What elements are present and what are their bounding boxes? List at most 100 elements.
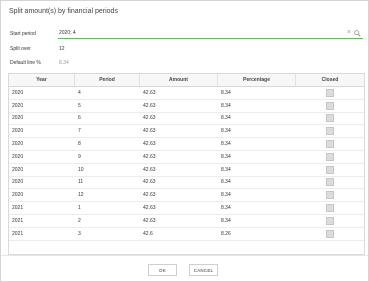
cell-amount: 42.63 — [143, 179, 156, 186]
dialog-title: Split amount(s) by financial periods — [9, 8, 118, 15]
header-period[interactable]: Period — [75, 74, 140, 86]
split-over-field[interactable]: 12 — [59, 46, 65, 52]
closed-checkbox[interactable] — [326, 204, 334, 213]
closed-checkbox[interactable] — [326, 191, 334, 200]
start-period-value: 2020; 4 — [59, 30, 76, 36]
cell-closed — [296, 189, 364, 201]
cell-percentage: 8.34 — [221, 102, 231, 109]
search-icon[interactable] — [354, 30, 361, 37]
cell-percentage: 8.34 — [221, 192, 231, 199]
table-row[interactable]: 2020 12 42.63 8.34 — [9, 189, 364, 203]
closed-checkbox[interactable] — [326, 114, 334, 123]
cell-percentage: 8.34 — [221, 179, 231, 186]
cell-year: 2020 — [12, 166, 24, 173]
table-row[interactable]: 2020 7 42.63 8.34 — [9, 125, 364, 139]
cell-closed — [296, 138, 364, 150]
cell-year: 2021 — [12, 230, 24, 237]
closed-checkbox[interactable] — [326, 229, 334, 238]
cell-amount: 42.63 — [143, 153, 156, 160]
cell-amount: 42.63 — [143, 166, 156, 173]
cell-year: 2020 — [12, 192, 24, 199]
cell-closed — [296, 215, 364, 227]
cell-amount: 42.63 — [143, 89, 156, 96]
closed-checkbox[interactable] — [326, 127, 334, 136]
header-year[interactable]: Year — [9, 74, 75, 86]
cell-period: 7 — [78, 128, 81, 135]
default-line-label: Default line % — [10, 60, 41, 66]
cell-amount: 42.6 — [143, 230, 153, 237]
closed-checkbox[interactable] — [326, 152, 334, 161]
table-row[interactable]: 2020 10 42.63 8.34 — [9, 164, 364, 177]
cell-year: 2020 — [12, 141, 24, 148]
closed-checkbox[interactable] — [326, 216, 334, 225]
cell-closed — [296, 125, 364, 137]
cell-period: 12 — [78, 192, 84, 199]
cell-percentage: 8.34 — [221, 115, 231, 122]
table-row[interactable]: 2020 4 42.63 8.34 — [9, 87, 364, 100]
cell-amount: 42.63 — [143, 205, 156, 212]
header-percentage[interactable]: Percentage — [218, 74, 296, 86]
cell-closed — [296, 151, 364, 163]
table-row[interactable]: 2021 2 42.63 8.34 — [9, 215, 364, 228]
table-row[interactable]: 2020 5 42.63 8.34 — [9, 100, 364, 113]
cell-percentage: 8.34 — [221, 141, 231, 148]
cell-period: 9 — [78, 153, 81, 160]
closed-checkbox[interactable] — [326, 140, 334, 149]
table-row[interactable]: 2021 3 42.6 8.26 — [9, 228, 364, 241]
cell-amount: 42.63 — [143, 115, 156, 122]
cell-year: 2020 — [12, 128, 24, 135]
cell-closed — [296, 113, 364, 125]
header-amount[interactable]: Amount — [140, 74, 218, 86]
close-icon[interactable]: × — [347, 29, 351, 36]
table-row[interactable]: 2021 1 42.63 8.34 — [9, 202, 364, 215]
ok-button[interactable]: OK — [148, 264, 177, 276]
table-row[interactable]: 2020 8 42.63 8.34 — [9, 138, 364, 151]
cell-percentage: 8.34 — [221, 166, 231, 173]
cell-year: 2020 — [12, 102, 24, 109]
periods-table: Year Period Amount Percentage Closed 202… — [8, 73, 365, 255]
closed-checkbox[interactable] — [326, 178, 334, 187]
split-dialog: Split amount(s) by financial periods Sta… — [0, 0, 369, 282]
cell-period: 6 — [78, 115, 81, 122]
table-row[interactable]: 2020 11 42.63 8.34 — [9, 177, 364, 190]
default-line-field[interactable]: 8.34 — [59, 60, 69, 66]
cell-year: 2021 — [12, 205, 24, 212]
cell-year: 2021 — [12, 217, 24, 224]
closed-checkbox[interactable] — [326, 101, 334, 110]
cancel-button[interactable]: CANCEL — [189, 264, 218, 276]
cell-period: 8 — [78, 141, 81, 148]
cell-period: 3 — [78, 230, 81, 237]
start-period-label: Start period — [10, 31, 36, 37]
table-row[interactable]: 2020 9 42.63 8.34 — [9, 151, 364, 164]
cell-closed — [296, 177, 364, 189]
cell-year: 2020 — [12, 153, 24, 160]
table-header: Year Period Amount Percentage Closed — [9, 74, 364, 87]
table-row[interactable]: 2020 6 42.63 8.34 — [9, 113, 364, 126]
cell-closed — [296, 164, 364, 176]
cell-amount: 42.63 — [143, 192, 156, 199]
cell-percentage: 8.26 — [221, 230, 231, 237]
split-over-label: Split over — [10, 46, 31, 52]
cell-percentage: 8.34 — [221, 128, 231, 135]
start-period-input[interactable]: 2020; 4 × — [58, 29, 363, 39]
cell-closed — [296, 228, 364, 240]
cell-percentage: 8.34 — [221, 217, 231, 224]
closed-checkbox[interactable] — [326, 88, 334, 97]
cell-amount: 42.63 — [143, 128, 156, 135]
cell-closed — [296, 202, 364, 214]
cell-period: 10 — [78, 166, 84, 173]
cell-amount: 42.63 — [143, 102, 156, 109]
cell-amount: 42.63 — [143, 217, 156, 224]
header-closed[interactable]: Closed — [296, 74, 364, 86]
cell-amount: 42.63 — [143, 141, 156, 148]
closed-checkbox[interactable] — [326, 165, 334, 174]
cell-year: 2020 — [12, 179, 24, 186]
cell-year: 2020 — [12, 115, 24, 122]
cell-percentage: 8.34 — [221, 153, 231, 160]
cell-period: 4 — [78, 89, 81, 96]
table-body: 2020 4 42.63 8.34 2020 5 42.63 8.34 2020 6 42.63 8.… — [9, 87, 364, 241]
footer-divider — [1, 255, 368, 256]
cell-closed — [296, 87, 364, 99]
cell-closed — [296, 100, 364, 112]
cell-percentage: 8.34 — [221, 89, 231, 96]
